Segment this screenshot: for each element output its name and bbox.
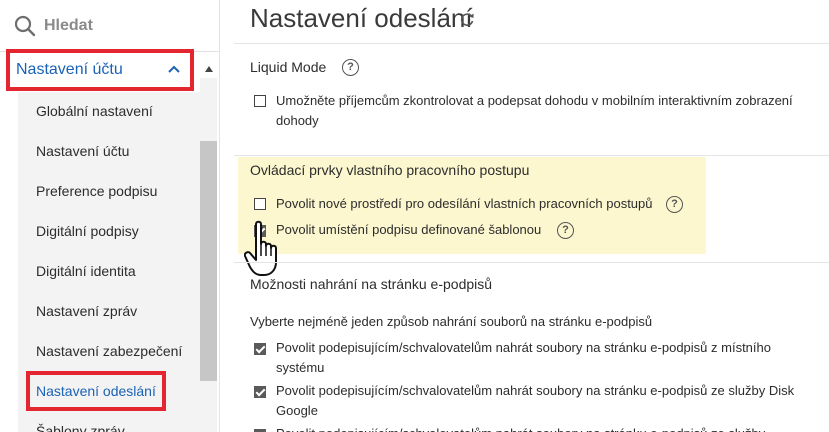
scroll-up-arrow-icon[interactable] [204, 60, 214, 72]
custom-workflow-checkbox[interactable] [254, 198, 266, 210]
upload-google-drive-label: Povolit podepisujícím/schvalovatelům nah… [276, 383, 795, 398]
custom-workflow-label: Povolit nové prostředí pro odesílání vla… [276, 196, 653, 211]
upload-local-label: Povolit podepisujícím/schvalovatelům nah… [276, 340, 771, 355]
sidebar-item-message-settings[interactable]: Nastavení zpráv [36, 303, 137, 319]
workflow-controls-title: Ovládací prvky vlastního pracovního post… [250, 162, 530, 178]
help-icon[interactable]: ? [342, 59, 359, 76]
search-bar [0, 0, 219, 52]
upload-google-drive-label-cont: Google [276, 403, 318, 418]
sidebar-item-send-settings[interactable]: Nastavení odeslání [36, 383, 156, 399]
search-input[interactable] [44, 16, 194, 35]
sidebar-item-signature-preferences[interactable]: Preference podpisu [36, 183, 157, 199]
sidebar-item-security-settings[interactable]: Nastavení zabezpečení [36, 343, 182, 359]
page-title: Nastavení odeslání [250, 3, 473, 33]
upload-options-title: Možnosti nahrání na stránku e-podpisů [250, 276, 493, 292]
help-icon[interactable]: ? [666, 196, 683, 213]
main-panel: Nastavení odeslání Liquid Mode ? Umožnět… [234, 0, 829, 432]
hand-cursor-icon [243, 218, 286, 278]
upload-google-drive-checkbox[interactable] [254, 386, 266, 398]
liquid-mode-title: Liquid Mode [250, 59, 327, 75]
section-header-label: Nastavení účtu [16, 61, 123, 78]
chevron-up-icon[interactable] [166, 61, 182, 77]
divider [234, 43, 829, 44]
template-signature-label: Povolit umístění podpisu definované šabl… [276, 222, 542, 237]
search-icon [14, 15, 36, 37]
upload-options-description: Vyberte nejméně jeden způsob nahrání sou… [250, 314, 653, 329]
scrollbar-thumb[interactable] [200, 141, 217, 381]
refresh-icon[interactable] [458, 10, 476, 28]
help-icon[interactable]: ? [557, 222, 574, 239]
sidebar-item-digital-identity[interactable]: Digitální identita [36, 263, 136, 279]
sidebar-item-digital-signatures[interactable]: Digitální podpisy [36, 223, 139, 239]
sidebar-item-message-templates[interactable]: Šablony zpráv [36, 423, 125, 432]
upload-local-checkbox[interactable] [254, 343, 266, 355]
upload-other-service-label: Povolit podepisujícím/schvalovatelům nah… [276, 424, 765, 432]
section-header-account-settings[interactable]: Nastavení účtu [6, 49, 194, 91]
sidebar: Nastavení účtu Globální nastavení Nastav… [0, 0, 220, 432]
liquid-mode-label-cont: dohody [276, 113, 319, 128]
divider [234, 155, 829, 156]
sidebar-item-global-settings[interactable]: Globální nastavení [36, 103, 153, 119]
upload-local-label-cont: systému [276, 360, 325, 375]
divider [234, 262, 829, 263]
liquid-mode-checkbox[interactable] [254, 95, 266, 107]
sidebar-item-account-settings[interactable]: Nastavení účtu [36, 143, 129, 159]
liquid-mode-label: Umožněte příjemcům zkontrolovat a podeps… [276, 93, 793, 108]
